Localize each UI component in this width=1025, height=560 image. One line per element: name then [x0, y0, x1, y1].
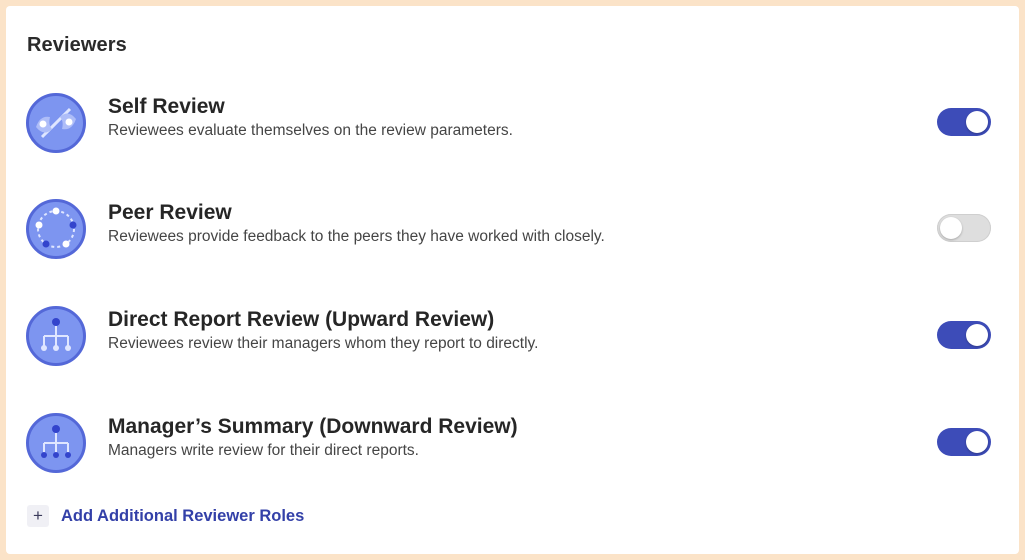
- toggle-knob: [966, 431, 988, 453]
- downward-review-icon: [26, 413, 86, 473]
- reviewer-description: Managers write review for their direct r…: [108, 442, 419, 459]
- reviewer-row-upward: Direct Report Review (Upward Review) Rev…: [6, 306, 1019, 370]
- downward-review-toggle[interactable]: [937, 428, 991, 456]
- reviewer-title: Peer Review: [108, 201, 232, 224]
- reviewer-title: Direct Report Review (Upward Review): [108, 308, 495, 331]
- upward-review-toggle[interactable]: [937, 321, 991, 349]
- peer-review-toggle[interactable]: [937, 214, 991, 242]
- reviewer-title: Manager’s Summary (Downward Review): [108, 415, 518, 438]
- section-title: Reviewers: [27, 34, 127, 56]
- toggle-knob: [940, 217, 962, 239]
- plus-icon: +: [27, 505, 49, 527]
- toggle-knob: [966, 324, 988, 346]
- self-review-icon: [26, 93, 86, 153]
- add-reviewer-roles-button[interactable]: + Add Additional Reviewer Roles: [27, 504, 304, 528]
- self-review-toggle[interactable]: [937, 108, 991, 136]
- reviewer-row-self: Self Review Reviewees evaluate themselve…: [6, 93, 1019, 157]
- upward-review-icon: [26, 306, 86, 366]
- reviewer-title: Self Review: [108, 95, 225, 118]
- reviewers-card: Reviewers Self Review Reviewees evaluate…: [6, 6, 1019, 554]
- reviewer-description: Reviewees evaluate themselves on the rev…: [108, 122, 513, 139]
- reviewer-row-peer: Peer Review Reviewees provide feedback t…: [6, 199, 1019, 263]
- reviewer-row-downward: Manager’s Summary (Downward Review) Mana…: [6, 413, 1019, 477]
- reviewer-description: Reviewees review their managers whom the…: [108, 335, 539, 352]
- toggle-knob: [966, 111, 988, 133]
- add-reviewer-roles-label: Add Additional Reviewer Roles: [61, 506, 305, 525]
- reviewer-description: Reviewees provide feedback to the peers …: [108, 228, 605, 245]
- peer-review-icon: [26, 199, 86, 259]
